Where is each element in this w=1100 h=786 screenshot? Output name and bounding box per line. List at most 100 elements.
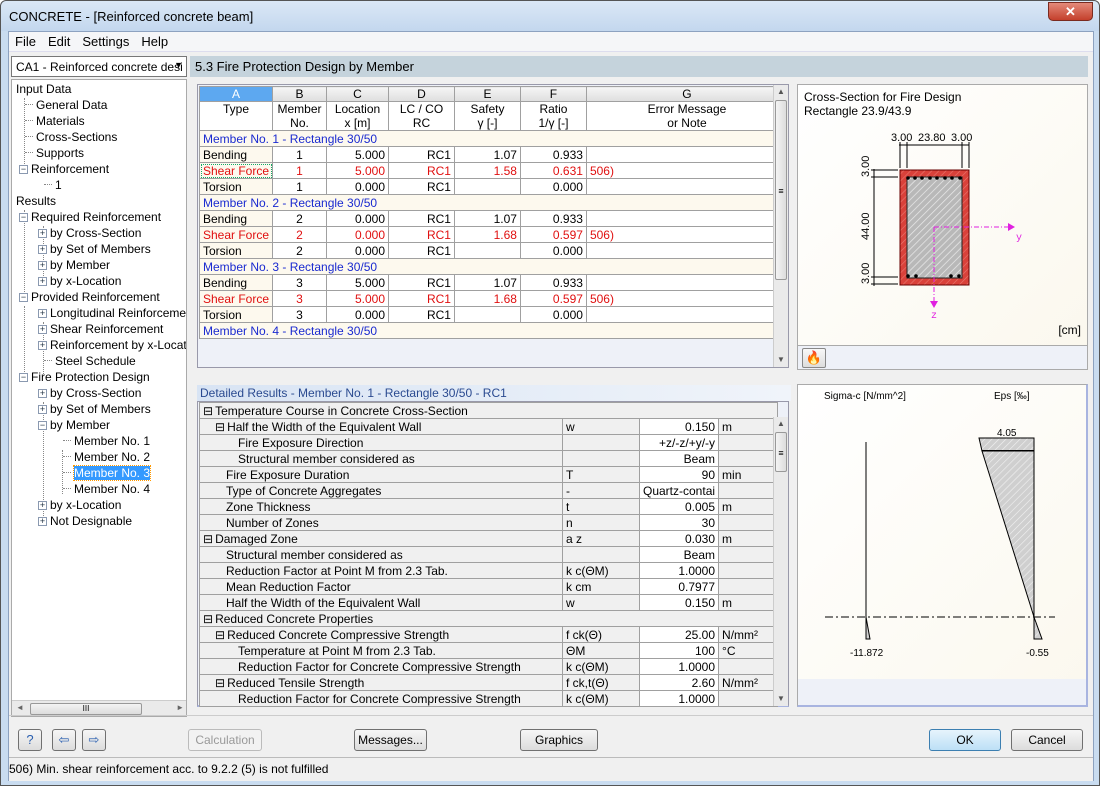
menu-help[interactable]: Help xyxy=(135,32,174,49)
column-letter-g[interactable]: G xyxy=(585,86,789,102)
tree-rr-by-set-of-members[interactable]: + by Set of Members xyxy=(38,241,151,257)
tree-provided-reinforcement[interactable]: − Provided Reinforcement xyxy=(19,289,160,305)
detail-val[interactable]: 30 xyxy=(638,514,720,531)
detail-val[interactable]: 0.7977 xyxy=(638,578,720,595)
tree-rr-by-cross-section[interactable]: + by Cross-Section xyxy=(38,225,141,241)
detail-val[interactable]: +z/-z/+y/-y xyxy=(638,434,720,451)
results-vscrollbar[interactable]: ▲ ≡ ▼ xyxy=(773,85,788,367)
detail-row[interactable]: ⊟ Temperature Course in Concrete Cross-Se… xyxy=(198,402,779,419)
cell-member[interactable]: 2 xyxy=(272,210,328,227)
column-letter-f[interactable]: F xyxy=(519,86,587,102)
tree-reinforcement-by-x-location[interactable]: + Reinforcement by x-Locatio xyxy=(38,337,186,353)
cell-safety[interactable]: 1.58 xyxy=(453,162,521,179)
cell-lc[interactable]: RC1 xyxy=(388,162,455,179)
cell-x[interactable]: 0.000 xyxy=(326,306,389,323)
cell-x[interactable]: 5.000 xyxy=(326,162,389,179)
collapse-icon[interactable]: ⊟ xyxy=(215,420,225,434)
tree-member-2[interactable]: Member No. 2 xyxy=(63,449,150,465)
detail-val[interactable]: 1.0000 xyxy=(638,562,720,579)
cell-ratio[interactable]: 0.000 xyxy=(519,242,587,259)
cell-ratio[interactable]: 0.933 xyxy=(519,274,587,291)
detail-row[interactable]: Structural member considered as Beam xyxy=(199,450,779,467)
cell-member[interactable]: 3 xyxy=(272,290,328,307)
collapse-icon[interactable]: ⊟ xyxy=(215,676,225,690)
cell-note[interactable]: 506) xyxy=(585,162,789,179)
collapse-icon[interactable]: ⊟ xyxy=(203,612,213,626)
tree-fp-by-member[interactable]: − by Member xyxy=(38,417,110,433)
collapse-icon[interactable]: ⊟ xyxy=(203,532,213,546)
cell-lc[interactable]: RC1 xyxy=(388,210,455,227)
table-row[interactable]: Bending 1 5.000 RC1 1.07 0.933 xyxy=(198,146,789,163)
detail-val[interactable]: 0.150 xyxy=(638,594,720,611)
detail-val[interactable]: Beam xyxy=(638,450,720,467)
cell-safety[interactable]: 1.07 xyxy=(453,210,521,227)
tree-cross-sections[interactable]: Cross-Sections xyxy=(25,129,117,145)
column-letter-c[interactable]: C xyxy=(326,86,389,102)
tree-materials[interactable]: Materials xyxy=(25,113,85,129)
detail-row[interactable]: Fire Exposure Duration T 90 min xyxy=(199,466,779,483)
tree-not-designable[interactable]: + Not Designable xyxy=(38,513,132,529)
cell-lc[interactable]: RC1 xyxy=(388,274,455,291)
member-group-row[interactable]: Member No. 3 - Rectangle 30/50 xyxy=(199,258,788,275)
cell-ratio[interactable]: 0.597 xyxy=(519,290,587,307)
cell-safety[interactable]: 1.07 xyxy=(453,274,521,291)
detail-row[interactable]: ⊟ Reduced Concrete Compressive Strength f … xyxy=(199,626,779,643)
detail-val[interactable]: Quartz-contai xyxy=(638,482,720,499)
scroll-thumb[interactable]: ≡ xyxy=(775,100,787,280)
cell-type[interactable]: Torsion xyxy=(198,178,274,195)
tree-general-data[interactable]: General Data xyxy=(25,97,107,113)
tree-member-3[interactable]: Member No. 3 xyxy=(63,465,152,481)
detail-row[interactable]: Temperature at Point M from 2.3 Tab. ΘM 10… xyxy=(199,642,779,659)
scroll-right-icon[interactable]: ► xyxy=(176,703,184,712)
cell-ratio[interactable]: 0.933 xyxy=(519,210,587,227)
menu-edit[interactable]: Edit xyxy=(42,32,76,49)
cell-note[interactable] xyxy=(585,242,789,259)
cell-note[interactable] xyxy=(585,210,789,227)
cell-type[interactable]: Shear Force xyxy=(198,162,274,179)
detail-row[interactable]: Zone Thickness t 0.005 m xyxy=(199,498,779,515)
table-row[interactable]: Shear Force 1 5.000 RC1 1.58 0.631 506) xyxy=(198,162,789,179)
close-button[interactable]: ✕ xyxy=(1048,2,1093,21)
tree-fp-by-set-of-members[interactable]: + by Set of Members xyxy=(38,401,151,417)
cell-safety[interactable] xyxy=(453,242,521,259)
cell-x[interactable]: 5.000 xyxy=(326,274,389,291)
tree-reinforcement-1[interactable]: 1 xyxy=(44,177,62,193)
detail-row[interactable]: Reduction Factor at Point M from 2.3 Tab… xyxy=(199,562,779,579)
cell-ratio[interactable]: 0.933 xyxy=(519,146,587,163)
ok-button[interactable]: OK xyxy=(929,729,1001,751)
table-row[interactable]: Bending 3 5.000 RC1 1.07 0.933 xyxy=(198,274,789,291)
cell-lc[interactable]: RC1 xyxy=(388,178,455,195)
cell-note[interactable] xyxy=(585,178,789,195)
cell-lc[interactable]: RC1 xyxy=(388,306,455,323)
cell-note[interactable] xyxy=(585,146,789,163)
scroll-up-icon[interactable]: ▲ xyxy=(774,417,788,431)
tree-member-4[interactable]: Member No. 4 xyxy=(63,481,150,497)
cell-ratio[interactable]: 0.597 xyxy=(519,226,587,243)
detail-val[interactable]: 0.030 xyxy=(638,530,720,547)
detail-val[interactable]: 0.005 xyxy=(638,498,720,515)
table-row[interactable]: Torsion 3 0.000 RC1 0.000 xyxy=(198,306,789,323)
cell-x[interactable]: 0.000 xyxy=(326,178,389,195)
scroll-down-icon[interactable]: ▼ xyxy=(774,353,788,367)
cell-x[interactable]: 0.000 xyxy=(326,226,389,243)
tree-results[interactable]: Results xyxy=(16,193,56,209)
detail-row[interactable]: Half the Width of the Equivalent Wall w 0.… xyxy=(199,594,779,611)
cell-type[interactable]: Bending xyxy=(198,146,274,163)
tree-reinforcement[interactable]: − Reinforcement xyxy=(19,161,109,177)
detail-row[interactable]: ⊟ Reduced Tensile Strength f ck,t(Θ) 2.60 N/… xyxy=(199,674,779,691)
tree-supports[interactable]: Supports xyxy=(25,145,84,161)
cell-type[interactable]: Bending xyxy=(198,210,274,227)
column-letter-e[interactable]: E xyxy=(453,86,521,102)
cell-note[interactable]: 506) xyxy=(585,226,789,243)
table-row[interactable]: Shear Force 2 0.000 RC1 1.68 0.597 506) xyxy=(198,226,789,243)
cell-lc[interactable]: RC1 xyxy=(388,290,455,307)
tree-fp-by-x-location[interactable]: + by x-Location xyxy=(38,497,121,513)
cell-lc[interactable]: RC1 xyxy=(388,226,455,243)
detail-row[interactable]: Reduction Factor for Concrete Compressiv… xyxy=(199,690,779,707)
tree-rr-by-member[interactable]: + by Member xyxy=(38,257,110,273)
cell-safety[interactable]: 1.07 xyxy=(453,146,521,163)
detail-row[interactable]: ⊟ Reduced Concrete Properties xyxy=(198,610,779,627)
calculation-button[interactable]: Calculation xyxy=(188,729,262,751)
detail-row[interactable]: Mean Reduction Factor k cm 0.7977 xyxy=(199,578,779,595)
detail-val[interactable]: 0.150 xyxy=(638,418,720,435)
